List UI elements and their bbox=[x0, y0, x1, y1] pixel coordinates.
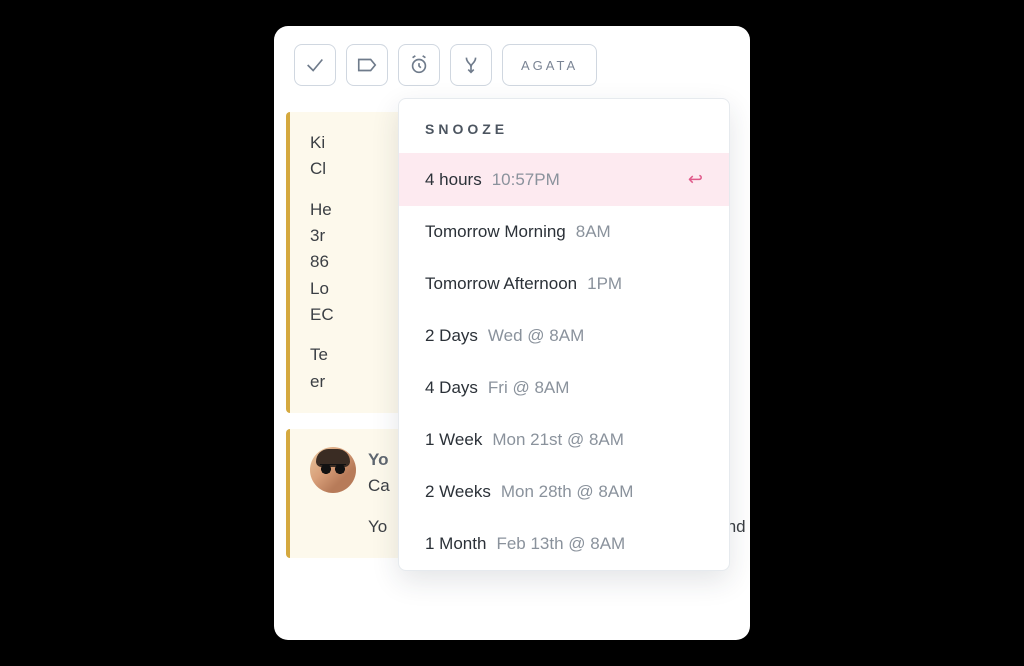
snooze-option-label: 2 Weeks bbox=[425, 482, 491, 502]
mark-done-button[interactable] bbox=[294, 44, 336, 86]
snooze-option-time: 8AM bbox=[576, 222, 611, 242]
merge-button[interactable] bbox=[450, 44, 492, 86]
assignee-button[interactable]: AGATA bbox=[502, 44, 597, 86]
snooze-option-label: 4 hours bbox=[425, 170, 482, 190]
snooze-option-2-days[interactable]: 2 Days Wed @ 8AM bbox=[399, 310, 729, 362]
snooze-option-label: 2 Days bbox=[425, 326, 478, 346]
app-window: AGATA Ki Cl He 3r 86 Lo EC Te er Yo Ca j… bbox=[274, 26, 750, 640]
snooze-option-label: 1 Week bbox=[425, 430, 482, 450]
snooze-option-1-month[interactable]: 1 Month Feb 13th @ 8AM bbox=[399, 518, 729, 570]
snooze-option-label: Tomorrow Afternoon bbox=[425, 274, 577, 294]
snooze-option-time: Fri @ 8AM bbox=[488, 378, 569, 398]
snooze-button[interactable] bbox=[398, 44, 440, 86]
snooze-option-4-hours[interactable]: 4 hours 10:57PM ↩ bbox=[399, 153, 729, 206]
snooze-option-time: Feb 13th @ 8AM bbox=[496, 534, 625, 554]
clock-icon bbox=[408, 54, 430, 76]
avatar bbox=[310, 447, 356, 493]
snooze-option-tomorrow-afternoon[interactable]: Tomorrow Afternoon 1PM bbox=[399, 258, 729, 310]
snooze-option-4-days[interactable]: 4 Days Fri @ 8AM bbox=[399, 362, 729, 414]
merge-icon bbox=[460, 54, 482, 76]
toolbar: AGATA bbox=[274, 26, 750, 96]
snooze-option-time: 1PM bbox=[587, 274, 622, 294]
enter-icon: ↩ bbox=[688, 169, 703, 190]
snooze-option-label: 1 Month bbox=[425, 534, 486, 554]
snooze-option-label: 4 Days bbox=[425, 378, 478, 398]
snooze-option-time: 10:57PM bbox=[492, 170, 560, 190]
snooze-title: SNOOZE bbox=[399, 99, 729, 153]
snooze-dropdown: SNOOZE 4 hours 10:57PM ↩ Tomorrow Mornin… bbox=[398, 98, 730, 571]
snooze-option-time: Wed @ 8AM bbox=[488, 326, 584, 346]
snooze-option-time: Mon 28th @ 8AM bbox=[501, 482, 634, 502]
assignee-label: AGATA bbox=[521, 58, 578, 73]
snooze-option-2-weeks[interactable]: 2 Weeks Mon 28th @ 8AM bbox=[399, 466, 729, 518]
snooze-option-tomorrow-morning[interactable]: Tomorrow Morning 8AM bbox=[399, 206, 729, 258]
tag-icon bbox=[356, 54, 378, 76]
snooze-option-1-week[interactable]: 1 Week Mon 21st @ 8AM bbox=[399, 414, 729, 466]
snooze-option-label: Tomorrow Morning bbox=[425, 222, 566, 242]
snooze-option-time: Mon 21st @ 8AM bbox=[492, 430, 624, 450]
tag-button[interactable] bbox=[346, 44, 388, 86]
check-icon bbox=[304, 54, 326, 76]
